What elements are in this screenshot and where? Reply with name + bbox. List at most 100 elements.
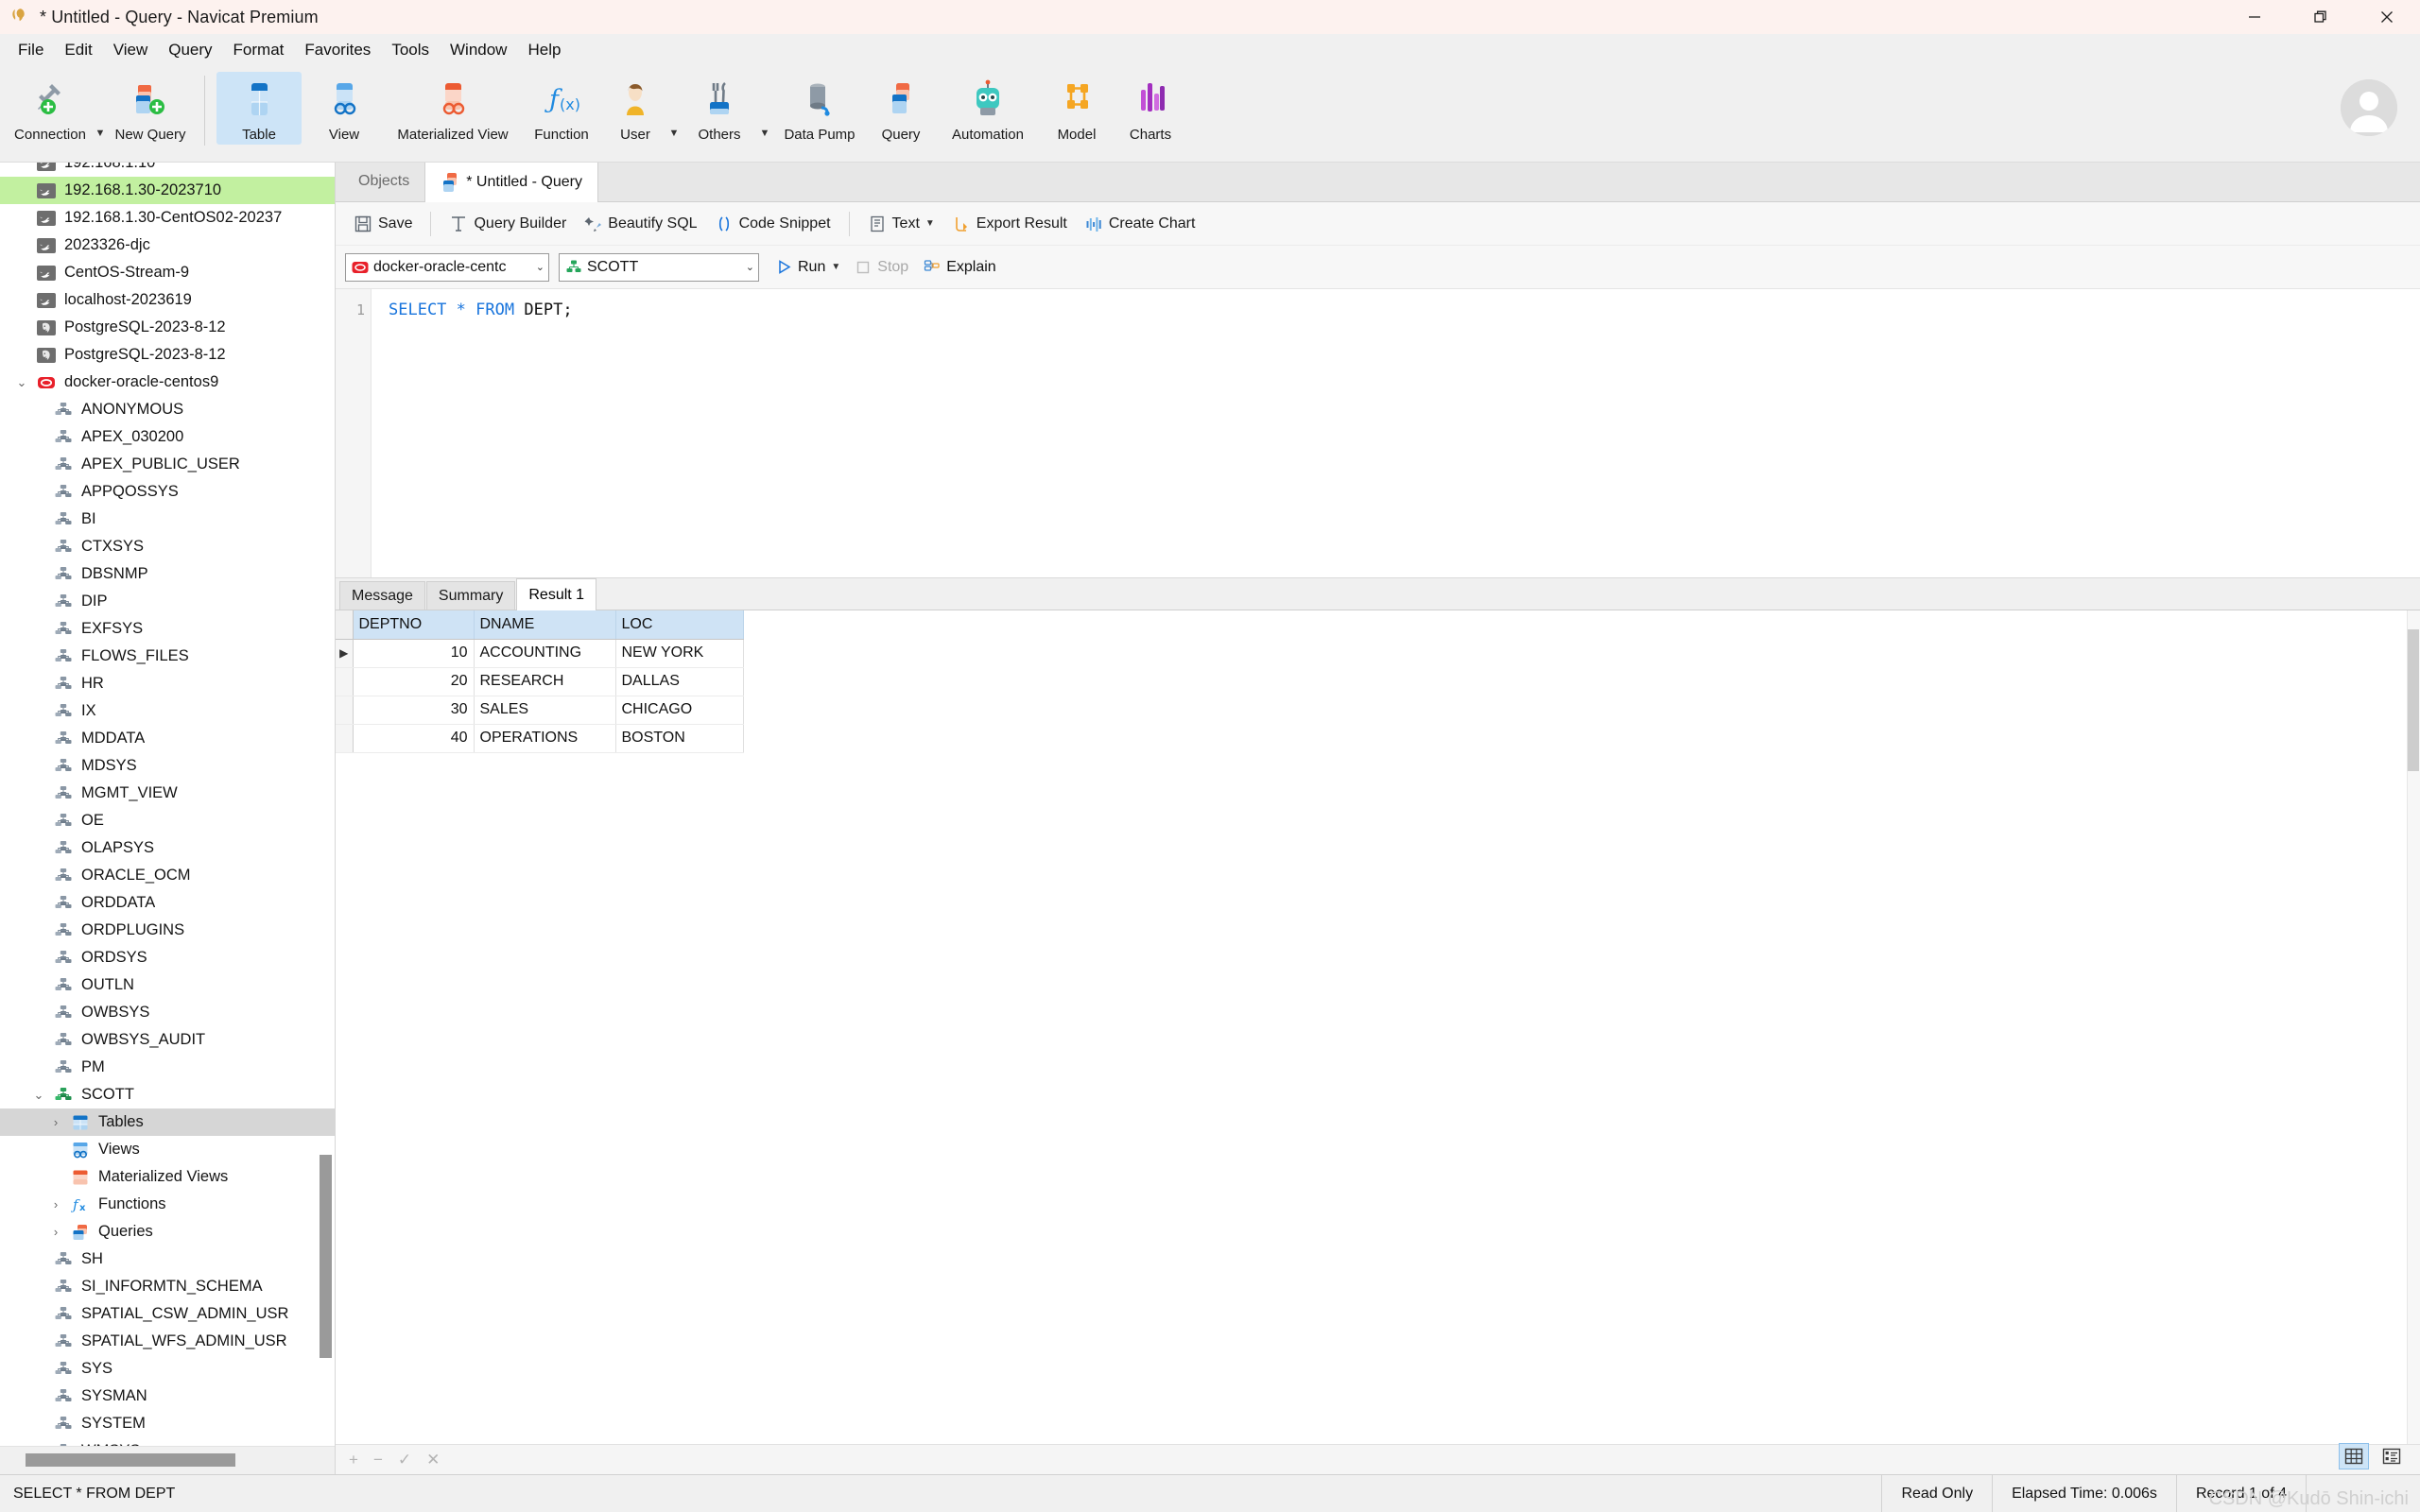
tree-node-anonymous[interactable]: ANONYMOUS [0, 396, 335, 423]
menu-view[interactable]: View [103, 36, 159, 64]
tree-node-outln[interactable]: OUTLN [0, 971, 335, 999]
tab-untitled-query[interactable]: * Untitled - Query [424, 162, 598, 202]
menu-file[interactable]: File [8, 36, 54, 64]
tree-node-views[interactable]: Views [0, 1136, 335, 1163]
cell-deptno[interactable]: 10 [353, 639, 475, 668]
tree-node-tables[interactable]: › Tables [0, 1108, 335, 1136]
tree-node-hr[interactable]: HR [0, 670, 335, 697]
toolbar-button-data-pump[interactable]: Data Pump [772, 72, 867, 145]
tree-node-sh[interactable]: SH [0, 1246, 335, 1273]
tree-node-apex-public-user[interactable]: APEX_PUBLIC_USER [0, 451, 335, 478]
save-button[interactable]: Save [345, 211, 421, 237]
tree-node-ordsys[interactable]: ORDSYS [0, 944, 335, 971]
tree-node-192-168-1-10[interactable]: 192.168.1.10 [0, 163, 335, 177]
current-row-marker[interactable]: ▶ [336, 639, 354, 668]
result-grid-container[interactable]: DEPTNO DNAME LOC ▶ 10 ACCOUNTING NEW YORK 20… [336, 610, 2420, 1444]
tree-node-dbsnmp[interactable]: DBSNMP [0, 560, 335, 588]
toolbar-button-charts[interactable]: Charts [1113, 72, 1188, 145]
tree-node-scott[interactable]: ⌄ SCOTT [0, 1081, 335, 1108]
run-dropdown-caret-icon[interactable]: ▼ [831, 262, 840, 272]
tree-node-mdsys[interactable]: MDSYS [0, 752, 335, 780]
toolbar-button-query[interactable]: Query [867, 72, 935, 145]
tree-node-appqossys[interactable]: APPQOSSYS [0, 478, 335, 506]
maximize-restore-button[interactable] [2288, 0, 2354, 34]
column-header-dname[interactable]: DNAME [474, 610, 616, 640]
toolbar-button-materialized-view[interactable]: Materialized View [387, 72, 519, 145]
create-chart-button[interactable]: Create Chart [1076, 211, 1204, 237]
connection-dropdown-caret-icon[interactable]: ▼ [93, 128, 108, 139]
connection-select-caret-icon[interactable]: ⌄ [528, 261, 544, 273]
tree-node-functions[interactable]: › ƒ x Functions [0, 1191, 335, 1218]
form-view-toggle[interactable] [2377, 1443, 2407, 1469]
sql-editor[interactable]: 1 SELECT * FROM DEPT; [336, 289, 2420, 578]
tree-node-flows-files[interactable]: FLOWS_FILES [0, 643, 335, 670]
menu-query[interactable]: Query [158, 36, 222, 64]
connection-select[interactable]: docker-oracle-centc ⌄ [345, 252, 549, 282]
tree-node-dip[interactable]: DIP [0, 588, 335, 615]
tree-node-mgmt-view[interactable]: MGMT_VIEW [0, 780, 335, 807]
toolbar-button-function[interactable]: ƒ (x) Function [519, 72, 604, 145]
apply-changes-button[interactable]: ✓ [398, 1452, 411, 1468]
tree-node-192-168-1-30-centos02-20237[interactable]: 192.168.1.30-CentOS02-20237 [0, 204, 335, 232]
tree-node-localhost-2023619[interactable]: localhost-2023619 [0, 286, 335, 314]
tree-node-2023326-djc[interactable]: 2023326-djc [0, 232, 335, 259]
connection-tree[interactable]: 192.168.1.10 192.168.1.30-2023710 192.168.… [0, 163, 335, 1446]
tree-node-docker-oracle-centos9[interactable]: ⌄ docker-oracle-centos9 [0, 369, 335, 396]
toolbar-button-model[interactable]: Model [1041, 72, 1113, 145]
tree-node-ctxsys[interactable]: CTXSYS [0, 533, 335, 560]
cell-dname[interactable]: RESEARCH [474, 667, 616, 696]
add-record-button[interactable]: + [349, 1452, 358, 1468]
run-button[interactable]: Run ▼ [769, 255, 848, 280]
cell-deptno[interactable]: 30 [353, 696, 475, 725]
toolbar-button-view[interactable]: View [302, 72, 387, 145]
minimize-button[interactable] [2221, 0, 2288, 34]
chevron-right-icon[interactable]: › [43, 1197, 68, 1211]
toolbar-button-user[interactable]: User [604, 72, 666, 145]
cell-dname[interactable]: OPERATIONS [474, 724, 616, 753]
tab-objects[interactable]: Objects [343, 162, 424, 201]
tree-node-bi[interactable]: BI [0, 506, 335, 533]
tree-node-mddata[interactable]: MDDATA [0, 725, 335, 752]
tree-node-centos-stream-9[interactable]: CentOS-Stream-9 [0, 259, 335, 286]
close-button[interactable] [2354, 0, 2420, 34]
export-result-button[interactable]: Export Result [943, 211, 1076, 237]
text-button[interactable]: Text ▼ [859, 211, 943, 237]
tree-horizontal-scrollbar-track[interactable] [0, 1446, 335, 1474]
chevron-down-icon[interactable]: ⌄ [26, 1088, 51, 1103]
grid-view-toggle[interactable] [2339, 1443, 2369, 1469]
cell-dname[interactable]: SALES [474, 696, 616, 725]
cell-loc[interactable]: DALLAS [615, 667, 744, 696]
tree-node-oe[interactable]: OE [0, 807, 335, 834]
query-builder-button[interactable]: Query Builder [441, 211, 575, 237]
tree-node-apex-030200[interactable]: APEX_030200 [0, 423, 335, 451]
tree-node-ordplugins[interactable]: ORDPLUGINS [0, 917, 335, 944]
toolbar-button-automation[interactable]: Automation [935, 72, 1041, 145]
toolbar-button-table[interactable]: Table [216, 72, 302, 145]
menu-edit[interactable]: Edit [54, 36, 102, 64]
text-dropdown-caret-icon[interactable]: ▼ [925, 218, 935, 229]
tree-node-sysman[interactable]: SYSMAN [0, 1383, 335, 1410]
schema-select[interactable]: SCOTT ⌄ [559, 252, 759, 282]
cell-deptno[interactable]: 40 [353, 724, 475, 753]
grid-vertical-scrollbar-track[interactable] [2407, 610, 2420, 1444]
row-header-cell[interactable] [336, 667, 354, 696]
tree-node-spatial-wfs-admin-usr[interactable]: SPATIAL_WFS_ADMIN_USR [0, 1328, 335, 1355]
code-snippet-button[interactable]: Code Snippet [706, 211, 839, 237]
cell-loc[interactable]: CHICAGO [615, 696, 744, 725]
tree-node-oracle-ocm[interactable]: ORACLE_OCM [0, 862, 335, 889]
result-tab-result-1[interactable]: Result 1 [516, 578, 597, 610]
menu-tools[interactable]: Tools [381, 36, 440, 64]
cell-loc[interactable]: NEW YORK [615, 639, 744, 668]
tree-node-queries[interactable]: › Queries [0, 1218, 335, 1246]
tree-node-sys[interactable]: SYS [0, 1355, 335, 1383]
beautify-sql-button[interactable]: Beautify SQL [575, 211, 705, 237]
tree-node-materialized-views[interactable]: Materialized Views [0, 1163, 335, 1191]
menu-window[interactable]: Window [440, 36, 517, 64]
table-row[interactable]: 40 OPERATIONS BOSTON [336, 724, 744, 753]
tree-node-spatial-csw-admin-usr[interactable]: SPATIAL_CSW_ADMIN_USR [0, 1300, 335, 1328]
cell-deptno[interactable]: 20 [353, 667, 475, 696]
others-dropdown-caret-icon[interactable]: ▼ [757, 128, 772, 139]
toolbar-button-others[interactable]: Others [682, 72, 757, 145]
result-tab-message[interactable]: Message [339, 581, 425, 610]
tree-node-postgresql-2023-8-12[interactable]: PostgreSQL-2023-8-12 [0, 341, 335, 369]
